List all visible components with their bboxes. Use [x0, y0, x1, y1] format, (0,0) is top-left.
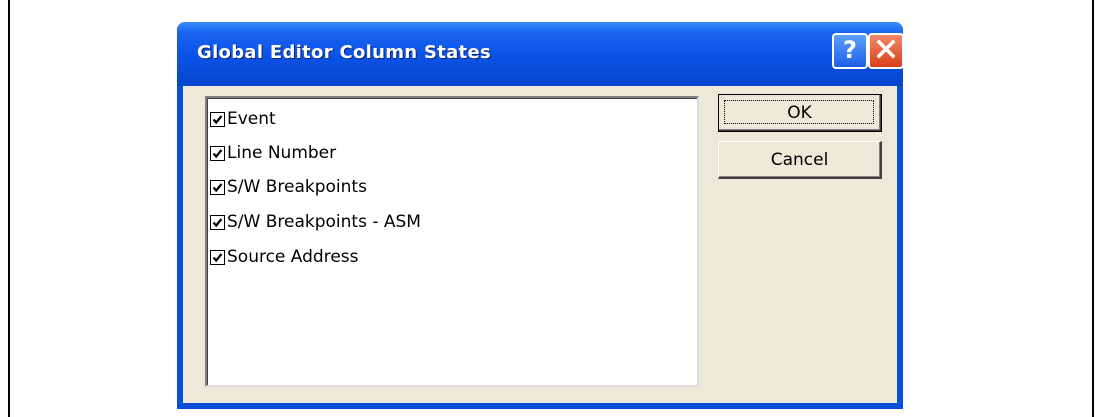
dialog-body: Event Line Number S/W Breakpoints S/W Br…	[183, 86, 897, 403]
checkbox-sw-breakpoints[interactable]	[210, 179, 225, 195]
list-item-sw-breakpoints-asm[interactable]: S/W Breakpoints - ASM	[210, 209, 421, 235]
cancel-button[interactable]: Cancel	[718, 141, 882, 179]
checkmark-icon	[212, 148, 223, 158]
help-button[interactable]: ?	[832, 33, 868, 69]
focus-rect	[724, 100, 874, 124]
close-button[interactable]	[868, 33, 904, 69]
checkbox-sw-breakpoints-asm[interactable]	[210, 214, 225, 230]
ok-button[interactable]: OK	[718, 94, 882, 132]
column-list[interactable]: Event Line Number S/W Breakpoints S/W Br…	[205, 96, 699, 387]
checkmark-icon	[212, 182, 223, 192]
checkbox-event[interactable]	[210, 111, 225, 127]
list-item-label: S/W Breakpoints - ASM	[227, 212, 421, 232]
checkmark-icon	[212, 217, 223, 227]
list-item-label: Source Address	[227, 247, 359, 267]
list-item-label: S/W Breakpoints	[227, 177, 367, 197]
list-item-label: Event	[227, 109, 276, 129]
column-states-dialog: Global Editor Column States ? Event Line…	[177, 22, 904, 409]
checkbox-line-number[interactable]	[210, 145, 225, 161]
list-item-label: Line Number	[227, 143, 337, 163]
list-item-event[interactable]: Event	[210, 106, 276, 132]
list-item-line-number[interactable]: Line Number	[210, 140, 336, 166]
list-item-sw-breakpoints[interactable]: S/W Breakpoints	[210, 174, 367, 200]
checkmark-icon	[212, 252, 223, 262]
checkmark-icon	[212, 114, 223, 124]
list-item-source-address[interactable]: Source Address	[210, 244, 359, 270]
checkbox-source-address[interactable]	[210, 249, 225, 265]
close-icon	[875, 38, 897, 64]
dialog-titlebar[interactable]: Global Editor Column States ?	[177, 22, 904, 86]
cancel-button-label: Cancel	[770, 149, 829, 170]
dialog-title: Global Editor Column States	[197, 42, 491, 63]
svg-text:?: ?	[843, 36, 857, 62]
help-icon: ?	[839, 36, 861, 66]
